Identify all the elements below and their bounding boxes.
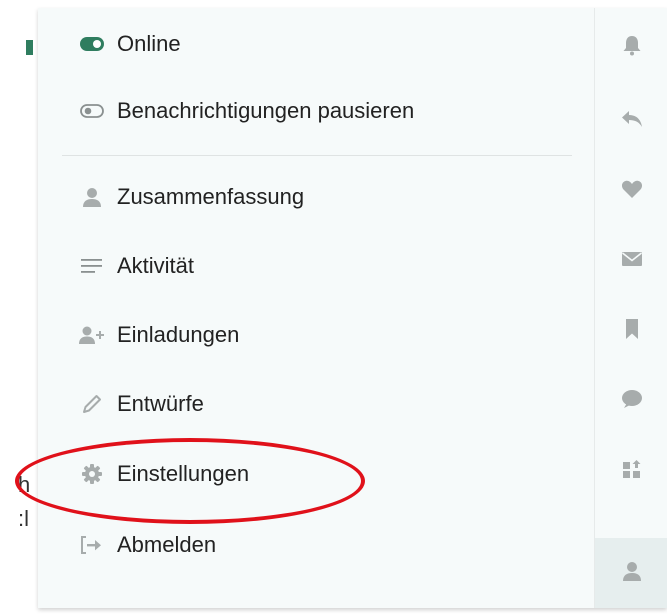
user-icon — [78, 183, 106, 211]
menu-item-label: Zusammenfassung — [117, 184, 305, 209]
user-icon — [621, 560, 643, 587]
profile-tab[interactable] — [595, 538, 667, 608]
status-online-item[interactable]: Online — [78, 22, 181, 66]
bell-icon — [622, 34, 642, 61]
background-accent-bar — [26, 40, 33, 55]
pencil-icon — [78, 390, 106, 418]
messages-tab[interactable] — [595, 230, 667, 292]
highlight-ellipse — [15, 438, 365, 524]
replies-tab[interactable] — [595, 90, 667, 152]
toggle-off-icon — [78, 97, 106, 125]
drafts-item[interactable]: Entwürfe — [78, 382, 204, 426]
user-menu-tabs — [594, 8, 667, 608]
menu-item-label: Online — [117, 31, 181, 56]
list-icon — [78, 252, 106, 280]
chat-tab[interactable] — [595, 370, 667, 432]
menu-item-label: Aktivität — [117, 253, 195, 278]
invitations-item[interactable]: Einladungen — [78, 313, 239, 357]
menu-item-label: Einladungen — [117, 322, 240, 347]
envelope-icon — [621, 251, 643, 272]
sign-out-icon — [78, 531, 106, 559]
background-text-fragment: :l — [18, 506, 29, 531]
bookmarks-tab[interactable] — [595, 300, 667, 362]
activity-item[interactable]: Aktivität — [78, 244, 194, 288]
chat-icon — [621, 389, 643, 414]
notifications-tab[interactable] — [595, 16, 667, 78]
likes-tab[interactable] — [595, 160, 667, 222]
menu-item-label: Abmelden — [117, 532, 217, 557]
grid-icon — [622, 459, 642, 484]
heart-icon — [621, 179, 643, 204]
reply-icon — [621, 110, 643, 133]
menu-divider — [62, 155, 572, 156]
review-tab[interactable] — [595, 440, 667, 502]
summary-item[interactable]: Zusammenfassung — [78, 175, 304, 219]
pause-notifications-item[interactable]: Benachrichtigungen pausieren — [78, 89, 414, 133]
bookmark-icon — [624, 318, 640, 345]
toggle-on-icon — [78, 30, 106, 58]
menu-item-label: Benachrichtigungen pausieren — [117, 98, 415, 123]
user-plus-icon — [78, 321, 106, 349]
menu-item-label: Entwürfe — [117, 391, 204, 416]
logout-item[interactable]: Abmelden — [78, 523, 216, 567]
